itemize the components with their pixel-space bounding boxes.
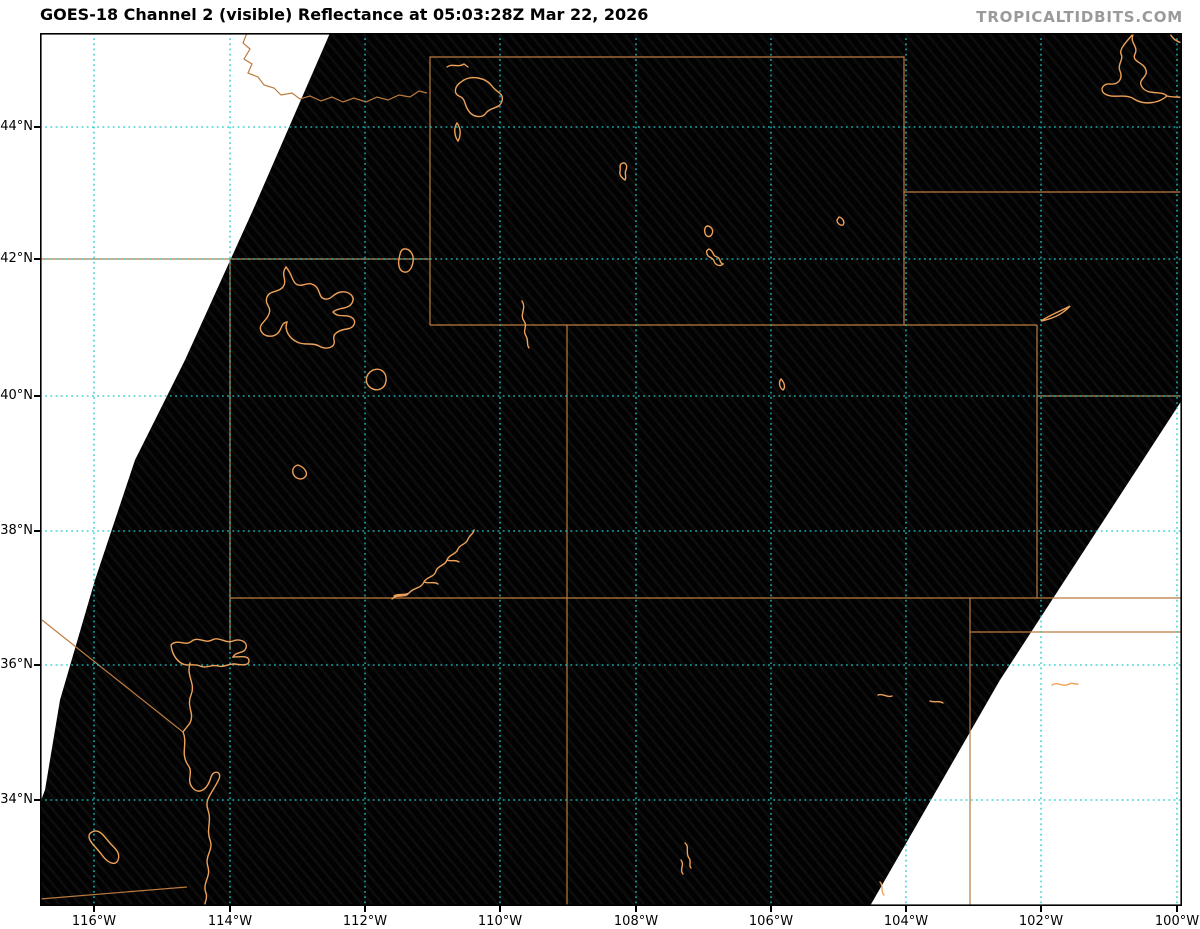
lon-tick xyxy=(905,906,907,912)
lat-tick xyxy=(34,258,40,260)
brantley-lake xyxy=(879,881,885,896)
lon-tick xyxy=(770,906,772,912)
goes-satellite-page: { "header": { "title": "GOES-18 Channel … xyxy=(0,0,1200,929)
lat-tick xyxy=(34,395,40,397)
lat-tick-label: 44°N xyxy=(0,119,33,134)
lon-tick-label: 102°W xyxy=(1018,914,1064,929)
watermark-tropicaltidbits: TROPICALTIDBITS.COM xyxy=(976,8,1183,26)
lon-tick-label: 110°W xyxy=(477,914,523,929)
lon-tick-label: 116°W xyxy=(71,914,117,929)
lon-tick xyxy=(229,906,231,912)
lat-tick xyxy=(34,799,40,801)
lat-tick-label: 34°N xyxy=(0,792,33,807)
lon-tick xyxy=(364,906,366,912)
lon-tick-label: 106°W xyxy=(748,914,794,929)
lon-tick xyxy=(499,906,501,912)
lat-tick xyxy=(34,126,40,128)
lake-meredith xyxy=(1051,682,1079,686)
lon-tick xyxy=(93,906,95,912)
lat-tick-label: 36°N xyxy=(0,657,33,672)
lon-tick xyxy=(1040,906,1042,912)
lon-tick xyxy=(1176,906,1178,912)
lon-tick xyxy=(635,906,637,912)
lon-tick-label: 104°W xyxy=(883,914,929,929)
lat-tick xyxy=(34,664,40,666)
lon-tick-label: 114°W xyxy=(207,914,253,929)
lat-tick-label: 40°N xyxy=(0,388,33,403)
page-title: GOES-18 Channel 2 (visible) Reflectance … xyxy=(40,5,649,24)
lon-tick-label: 108°W xyxy=(613,914,659,929)
lat-tick-label: 38°N xyxy=(0,523,33,538)
lon-tick-label: 100°W xyxy=(1154,914,1200,929)
satellite-map xyxy=(40,33,1182,906)
lat-tick-label: 42°N xyxy=(0,251,33,266)
lon-tick-label: 112°W xyxy=(342,914,388,929)
lat-tick xyxy=(34,530,40,532)
